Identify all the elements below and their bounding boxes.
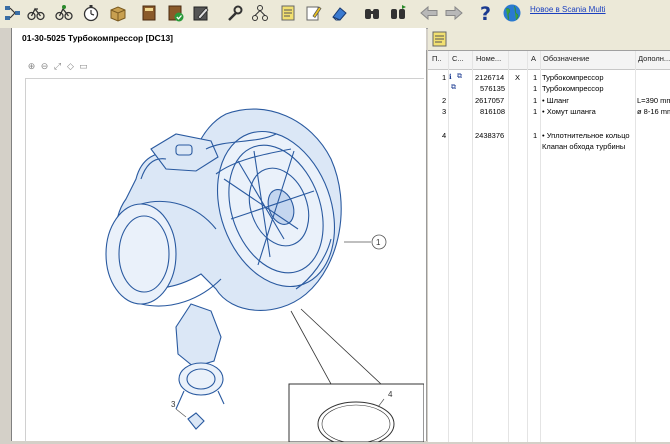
part-number: 2617057 xyxy=(475,96,505,105)
col-header-qty[interactable]: А xyxy=(531,54,536,63)
zoom-out-icon[interactable]: ⊖ xyxy=(39,61,50,72)
part-name: Клапан обхода турбины xyxy=(542,142,626,151)
table-row[interactable]: Клапан обхода турбины xyxy=(428,141,670,152)
structure-icon[interactable] xyxy=(2,2,24,24)
box-icon[interactable] xyxy=(107,2,129,24)
part-number: 816108 xyxy=(480,107,506,116)
eraser-icon[interactable]: ◇ xyxy=(65,61,76,72)
help-icon[interactable]: ? xyxy=(474,2,496,24)
row-pos: 2 xyxy=(442,96,447,105)
part-name: Турбокомпрессор xyxy=(542,73,604,82)
book-check-icon[interactable] xyxy=(164,2,186,24)
part-number: 576135 xyxy=(480,84,506,93)
main-toolbar: ? Новое в Scania Multi xyxy=(0,0,670,29)
row-pos: 4 xyxy=(442,131,447,140)
col-header-pos[interactable]: П.. xyxy=(432,54,442,63)
fit-icon[interactable]: ⤢ xyxy=(52,61,63,72)
row-qty: 1 xyxy=(533,73,538,82)
link-icon[interactable]: ⧉ xyxy=(451,84,456,92)
row-x-mark: X xyxy=(515,73,521,82)
table-row[interactable]: 3 816108 1 • Хомут шланга ø 8-16 mm xyxy=(428,106,670,117)
parts-table: П.. С... Номе... А Обозначение Дополн...… xyxy=(428,50,670,442)
back-arrow-icon[interactable] xyxy=(418,2,440,24)
edit-note-icon[interactable] xyxy=(190,2,212,24)
part-extra: L=390 mm xyxy=(637,96,670,105)
part-extra: ø 8-16 mm xyxy=(637,107,670,116)
book-icon[interactable] xyxy=(138,2,160,24)
viewer-tools: ⊕ ⊖ ⤢ ◇ ▭ xyxy=(26,61,89,72)
col-header-number[interactable]: Номе... xyxy=(476,54,501,63)
part-name: • Хомут шланга xyxy=(542,107,596,116)
info-icon[interactable]: ℹ xyxy=(449,73,452,81)
binoculars-next-icon[interactable] xyxy=(387,2,409,24)
row-qty: 1 xyxy=(533,96,538,105)
link-icon[interactable]: ⧉ xyxy=(457,73,462,81)
zoom-in-icon[interactable]: ⊕ xyxy=(26,61,37,72)
row-qty: 1 xyxy=(533,107,538,116)
document-icon[interactable] xyxy=(277,2,299,24)
diagram-tool-icon[interactable] xyxy=(249,2,271,24)
bicycle-icon[interactable] xyxy=(25,2,47,24)
callout-4: 4 xyxy=(388,390,393,399)
drawing-viewer[interactable]: ⊕ ⊖ ⤢ ◇ ▭ 1 3 4 xyxy=(12,50,427,444)
part-number: 2438376 xyxy=(475,131,505,140)
document-icon[interactable] xyxy=(432,31,447,47)
table-row[interactable]: 4 2438376 1 • Уплотнительное кольцо xyxy=(428,130,670,141)
page-title-bar: 01-30-5025 Турбокомпрессор [DC13] xyxy=(12,28,426,51)
callout-1: 1 xyxy=(376,238,381,247)
svg-text:?: ? xyxy=(480,3,491,23)
table-row[interactable]: ⧉ 576135 1 Турбокомпрессор xyxy=(428,83,670,94)
callout-3: 3 xyxy=(171,400,176,409)
bicycle-icon[interactable] xyxy=(53,2,75,24)
row-qty: 1 xyxy=(533,84,538,93)
drawing-frame: 1 3 4 xyxy=(25,78,425,444)
row-pos: 1 xyxy=(442,73,447,82)
row-qty: 1 xyxy=(533,131,538,140)
col-header-name[interactable]: Обозначение xyxy=(543,54,589,63)
table-header: П.. С... Номе... А Обозначение Дополн... xyxy=(428,51,670,70)
part-number: 2126714 xyxy=(475,73,505,82)
part-name: • Уплотнительное кольцо xyxy=(542,131,630,140)
page-title: 01-30-5025 Турбокомпрессор [DC13] xyxy=(22,33,174,43)
turbocharger-drawing: 1 3 4 xyxy=(105,108,425,444)
row-pos: 3 xyxy=(442,107,447,116)
col-header-extra[interactable]: Дополн... xyxy=(638,54,670,63)
table-toolbar xyxy=(428,28,670,50)
eraser-icon[interactable] xyxy=(328,2,350,24)
col-header-status[interactable]: С... xyxy=(452,54,464,63)
part-name: Турбокомпрессор xyxy=(542,84,604,93)
globe-icon[interactable] xyxy=(501,2,523,24)
part-name: • Шланг xyxy=(542,96,570,105)
left-tree-strip xyxy=(0,28,12,441)
stopwatch-icon[interactable] xyxy=(80,2,102,24)
wrench-icon[interactable] xyxy=(223,2,245,24)
news-link[interactable]: Новое в Scania Multi xyxy=(530,5,606,14)
table-row[interactable]: 1 ℹ ⧉ 2126714 X 1 Турбокомпрессор xyxy=(428,72,670,83)
pencil-doc-icon[interactable] xyxy=(302,2,324,24)
binoculars-icon[interactable] xyxy=(361,2,383,24)
forward-arrow-icon[interactable] xyxy=(443,2,465,24)
table-row[interactable]: 2 2617057 1 • Шланг L=390 mm xyxy=(428,95,670,106)
print-icon[interactable]: ▭ xyxy=(78,61,89,72)
